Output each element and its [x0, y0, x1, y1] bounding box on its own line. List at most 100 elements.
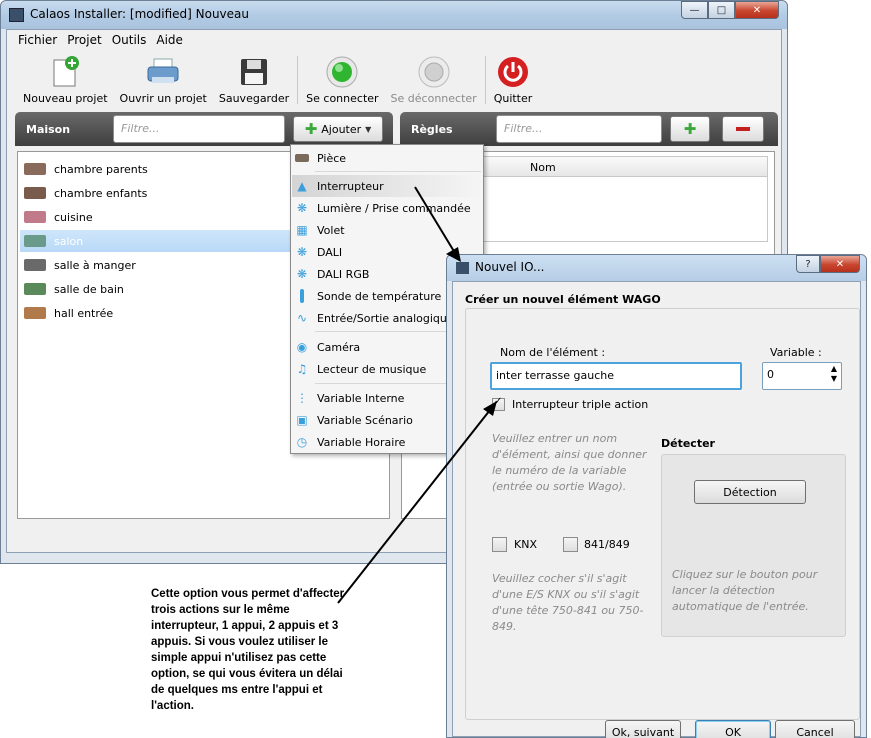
menu-bar: Fichier Projet Outils Aide: [7, 30, 781, 50]
element-groupbox: Nom de l'élément : inter terrasse gauche…: [465, 308, 860, 720]
power-icon: [496, 56, 530, 88]
menu-item-volet[interactable]: ▦ Volet: [292, 219, 482, 241]
light-icon: ❋: [296, 267, 308, 281]
green-circle-icon: [325, 56, 359, 88]
maison-filter-input[interactable]: Filtre...: [113, 115, 285, 143]
dialog-title: Nouvel IO...: [475, 260, 545, 274]
clock-icon: ◷: [296, 435, 308, 449]
new-project-label: Nouveau projet: [23, 92, 108, 105]
menu-fichier[interactable]: Fichier: [13, 33, 62, 47]
knx-checkbox[interactable]: [492, 537, 507, 552]
room-label: salle de bain: [54, 282, 124, 296]
ok-button[interactable]: OK: [695, 720, 771, 738]
window-title: Calaos Installer: [modified] Nouveau: [30, 7, 249, 21]
menu-item-label: DALI RGB: [317, 267, 370, 281]
name-hint: Veuillez entrer un nom d'élément, ainsi …: [492, 432, 647, 493]
menu-projet[interactable]: Projet: [62, 33, 106, 47]
rules-table[interactable]: Nom: [482, 156, 768, 242]
spin-arrows-icon[interactable]: ▲ ▼: [831, 364, 837, 384]
menu-item-label: Entrée/Sortie analogique: [317, 311, 454, 325]
minimize-button[interactable]: —: [681, 1, 708, 19]
connect-button[interactable]: Se connecter: [300, 52, 384, 108]
new-io-dialog: Nouvel IO... ? ✕ Créer un nouvel élément…: [446, 254, 867, 738]
add-rule-button[interactable]: ✚: [670, 116, 710, 142]
shutter-icon: ▦: [296, 223, 308, 237]
variable-spinbox[interactable]: 0 ▲ ▼: [762, 362, 842, 390]
maison-panel-header: Maison Filtre... ✚ Ajouter ▼: [15, 112, 393, 146]
title-bar[interactable]: Calaos Installer: [modified] Nouveau — □…: [1, 1, 787, 29]
detect-title: Détecter: [661, 437, 715, 450]
menu-item-label: Variable Horaire: [317, 435, 406, 449]
room-label: salon: [54, 234, 84, 248]
new-document-icon: [48, 56, 82, 88]
detect-groupbox: Détection Cliquez sur le bouton pour lan…: [661, 454, 846, 637]
room-icon: [24, 235, 46, 247]
column-header-nom[interactable]: Nom: [530, 161, 556, 174]
841-849-checkbox[interactable]: [563, 537, 578, 552]
room-label: salle à manger: [54, 258, 136, 272]
light-icon: ❋: [296, 201, 308, 215]
add-icon: ✚: [304, 120, 318, 138]
room-label: cuisine: [54, 210, 93, 224]
menu-item-piece[interactable]: Pièce: [292, 147, 482, 169]
room-label: chambre parents: [54, 162, 148, 176]
menu-item-label: Sonde de température: [317, 289, 442, 303]
room-icon: [24, 163, 46, 175]
chevron-down-icon: ▼: [365, 124, 372, 134]
open-project-button[interactable]: Ouvrir un projet: [114, 52, 213, 108]
regles-title: Règles: [411, 123, 453, 136]
variable-value: 0: [767, 368, 774, 381]
app-icon: [9, 8, 24, 22]
plus-icon: ✚: [683, 120, 697, 138]
element-name-input[interactable]: inter terrasse gauche: [490, 362, 742, 390]
rules-table-header: Nom: [483, 157, 767, 177]
variable-icon: ⋮: [296, 391, 308, 405]
add-label: Ajouter: [321, 122, 362, 136]
menu-aide[interactable]: Aide: [151, 33, 188, 47]
dialog-heading: Créer un nouvel élément WAGO: [465, 293, 661, 306]
new-project-button[interactable]: Nouveau projet: [17, 52, 114, 108]
grey-circle-icon: [417, 56, 451, 88]
name-label: Nom de l'élément :: [500, 346, 606, 359]
close-button[interactable]: ✕: [735, 1, 779, 19]
floppy-disk-icon: [237, 56, 271, 88]
menu-item-label: Volet: [317, 223, 345, 237]
toolbar-separator: [484, 56, 486, 104]
remove-rule-button[interactable]: [722, 116, 764, 142]
checkmark-icon: ✓: [494, 396, 503, 407]
regles-panel-header: Règles Filtre... ✚: [400, 112, 778, 146]
toolbar-separator: [297, 56, 299, 104]
room-icon: [24, 211, 46, 223]
add-button[interactable]: ✚ Ajouter ▼: [293, 116, 383, 142]
ok-next-button[interactable]: Ok, suivant: [605, 720, 681, 738]
variable-label: Variable :: [770, 346, 822, 359]
help-button[interactable]: ?: [796, 255, 820, 273]
disconnect-button[interactable]: Se déconnecter: [385, 52, 483, 108]
room-icon: [24, 307, 46, 319]
cancel-button[interactable]: Cancel: [775, 720, 855, 738]
menu-outils[interactable]: Outils: [107, 33, 152, 47]
maximize-button[interactable]: □: [708, 1, 735, 19]
connect-label: Se connecter: [306, 92, 379, 105]
quit-button[interactable]: Quitter: [488, 52, 539, 108]
dialog-title-bar[interactable]: Nouvel IO... ? ✕: [447, 255, 866, 281]
menu-item-lumiere[interactable]: ❋ Lumière / Prise commandée: [292, 197, 482, 219]
light-icon: ❋: [296, 245, 308, 259]
camera-icon: ◉: [296, 340, 308, 354]
open-project-label: Ouvrir un projet: [119, 92, 207, 105]
annotation-text: Cette option vous permet d'affecter troi…: [151, 588, 345, 712]
menu-item-label: Caméra: [317, 340, 361, 354]
room-label: hall entrée: [54, 306, 114, 320]
save-button[interactable]: Sauvegarder: [213, 52, 295, 108]
triple-action-checkbox[interactable]: ✓: [492, 396, 505, 411]
regles-filter-input[interactable]: Filtre...: [496, 115, 662, 143]
menu-separator: [315, 171, 481, 172]
menu-item-label: DALI: [317, 245, 343, 259]
dialog-close-button[interactable]: ✕: [820, 255, 860, 273]
detect-hint: Cliquez sur le bouton pour lancer la dét…: [672, 568, 818, 613]
minus-icon: [736, 127, 750, 131]
menu-item-interrupteur[interactable]: ▲ Interrupteur: [292, 175, 482, 197]
menu-item-label: Lumière / Prise commandée: [317, 201, 471, 215]
wave-icon: ∿: [296, 311, 308, 325]
detect-button[interactable]: Détection: [694, 480, 806, 504]
